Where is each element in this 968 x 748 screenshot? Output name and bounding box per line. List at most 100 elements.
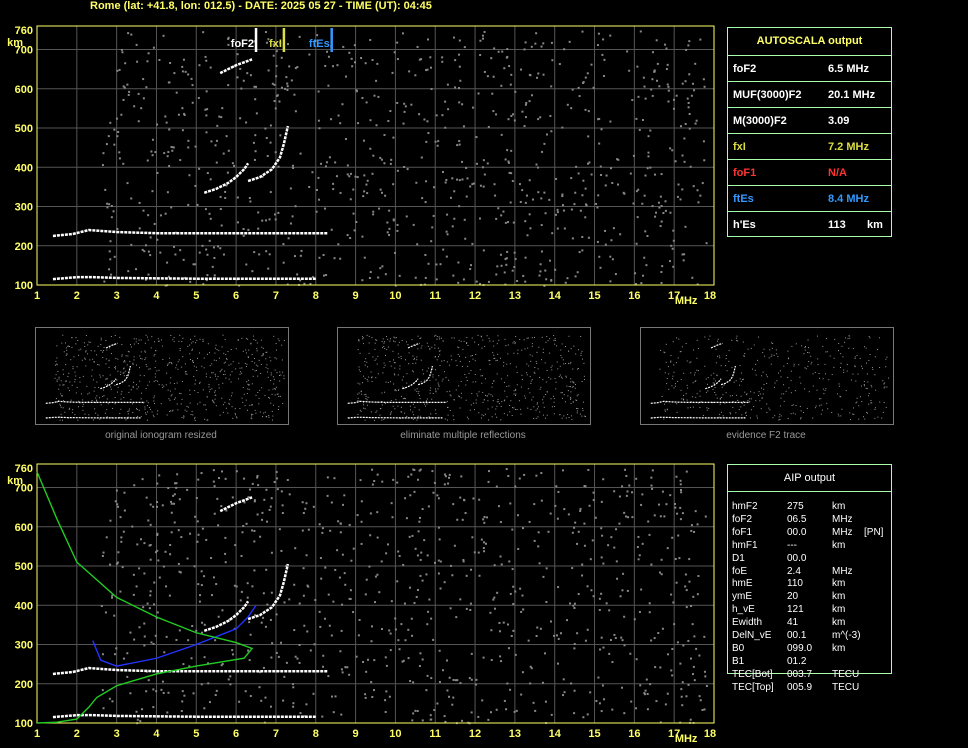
noise-dot <box>255 364 257 366</box>
noise-dot <box>466 341 468 343</box>
noise-dot <box>247 383 249 385</box>
noise-dot <box>534 366 536 368</box>
noise-dot <box>75 337 77 339</box>
noise-dot <box>679 483 682 486</box>
noise-dot <box>807 365 809 367</box>
aip-name: hmF1 <box>732 539 758 551</box>
noise-dot <box>420 337 422 339</box>
noise-dot <box>426 554 429 557</box>
noise-dot <box>170 362 172 364</box>
noise-dot <box>163 651 166 654</box>
noise-dot <box>455 389 457 391</box>
noise-dot <box>610 536 613 539</box>
noise-dot <box>837 413 839 415</box>
noise-dot <box>495 408 497 410</box>
noise-dot <box>474 373 476 375</box>
noise-dot <box>268 415 270 417</box>
noise-dot <box>681 346 683 348</box>
noise-dot <box>715 380 717 382</box>
noise-dot <box>725 358 727 360</box>
noise-dot <box>365 395 367 397</box>
noise-dot <box>312 692 315 695</box>
noise-dot <box>766 412 768 414</box>
noise-dot <box>694 510 697 513</box>
noise-dot <box>146 405 148 407</box>
noise-dot <box>866 412 868 414</box>
noise-dot <box>434 388 436 390</box>
noise-dot <box>298 661 301 664</box>
noise-dot <box>428 367 430 369</box>
noise-dot <box>477 715 480 718</box>
noise-dot <box>851 379 853 381</box>
noise-dot <box>194 383 196 385</box>
noise-dot <box>181 700 184 703</box>
noise-dot <box>221 368 223 370</box>
noise-dot <box>270 374 272 376</box>
noise-dot <box>553 401 555 403</box>
noise-dot <box>587 468 590 471</box>
x-tick-label: 11 <box>429 728 441 740</box>
noise-dot <box>222 334 224 336</box>
noise-dot <box>365 398 367 400</box>
noise-dot <box>609 639 612 642</box>
noise-dot <box>660 349 662 351</box>
noise-dot <box>305 554 308 557</box>
noise-dot <box>252 413 254 415</box>
noise-dot <box>517 547 520 550</box>
noise-dot <box>439 560 442 563</box>
noise-dot <box>866 387 868 389</box>
noise-dot <box>432 491 435 494</box>
noise-dot <box>403 602 406 605</box>
noise-dot <box>463 498 466 501</box>
noise-dot <box>868 359 870 361</box>
noise-dot <box>104 611 107 614</box>
noise-dot <box>222 411 224 413</box>
noise-dot <box>151 336 153 338</box>
noise-dot <box>328 624 331 627</box>
noise-dot <box>416 359 418 361</box>
noise-dot <box>273 404 275 406</box>
noise-dot <box>485 516 488 519</box>
noise-dot <box>394 617 397 620</box>
noise-dot <box>429 714 432 717</box>
noise-dot <box>109 519 112 522</box>
noise-dot <box>675 581 678 584</box>
autoscala-label: MUF(3000)F2 <box>733 89 802 101</box>
noise-dot <box>220 505 223 508</box>
noise-dot <box>99 374 101 376</box>
noise-dot <box>224 339 226 341</box>
noise-dot <box>197 478 200 481</box>
aip-value: 01.2 <box>787 655 807 667</box>
noise-dot <box>869 354 871 356</box>
noise-dot <box>728 360 730 362</box>
noise-dot <box>723 384 725 386</box>
noise-dot <box>402 376 404 378</box>
noise-dot <box>793 365 795 367</box>
noise-dot <box>682 644 685 647</box>
noise-dot <box>102 551 105 554</box>
noise-dot <box>298 602 301 605</box>
noise-dot <box>181 416 183 418</box>
noise-dot <box>218 384 220 386</box>
noise-dot <box>154 634 157 637</box>
noise-dot <box>668 388 670 390</box>
noise-dot <box>234 544 237 547</box>
noise-dot <box>392 359 394 361</box>
autoscala-table: AUTOSCALA output foF2 6.5 MHz MUF(3000)F2 2… <box>727 27 892 237</box>
noise-dot <box>566 619 569 622</box>
noise-dot <box>373 659 376 662</box>
noise-dot <box>623 615 626 618</box>
noise-dot <box>278 406 280 408</box>
noise-dot <box>271 419 273 421</box>
noise-dot <box>554 405 556 407</box>
noise-dot <box>240 554 243 557</box>
noise-dot <box>272 376 274 378</box>
noise-dot <box>198 352 200 354</box>
noise-dot <box>133 381 135 383</box>
noise-dot <box>153 395 155 397</box>
noise-dot <box>138 409 140 411</box>
noise-dot <box>376 339 378 341</box>
noise-dot <box>397 389 399 391</box>
noise-dot <box>123 509 126 512</box>
noise-dot <box>186 405 188 407</box>
